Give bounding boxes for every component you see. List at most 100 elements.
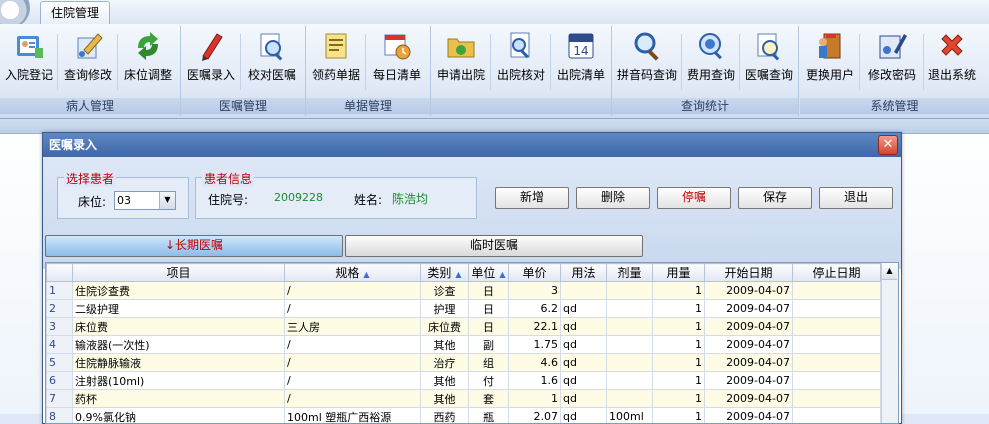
table-cell[interactable]: 付 xyxy=(469,372,509,390)
table-cell[interactable]: 1.6 xyxy=(509,372,561,390)
header-item[interactable]: 项目 xyxy=(73,264,285,282)
table-cell[interactable] xyxy=(607,318,653,336)
table-cell[interactable]: 床位费 xyxy=(421,318,469,336)
change-password-button[interactable]: 修改密码 xyxy=(860,26,924,96)
scroll-up-icon[interactable]: ▲ xyxy=(882,263,897,280)
table-cell[interactable] xyxy=(793,354,881,372)
table-cell[interactable]: 6.2 xyxy=(509,300,561,318)
table-cell[interactable]: / xyxy=(285,354,421,372)
table-cell[interactable]: 2.07 xyxy=(509,408,561,424)
table-cell[interactable]: 1 xyxy=(653,372,705,390)
table-cell[interactable]: 组 xyxy=(469,354,509,372)
table-cell[interactable]: 西药 xyxy=(421,408,469,424)
table-cell[interactable]: 治疗 xyxy=(421,354,469,372)
table-cell[interactable]: qd xyxy=(561,390,607,408)
pinyin-query-button[interactable]: 拼音码查询 xyxy=(612,26,682,96)
table-cell[interactable]: qd xyxy=(561,372,607,390)
table-cell[interactable]: / xyxy=(285,336,421,354)
bed-adjust-button[interactable]: 床位调整 xyxy=(118,26,178,96)
discharge-check-button[interactable]: 出院核对 xyxy=(491,26,551,96)
table-cell[interactable]: 药杯 xyxy=(73,390,285,408)
table-cell[interactable] xyxy=(793,372,881,390)
table-cell[interactable]: 副 xyxy=(469,336,509,354)
table-cell[interactable]: 输液器(一次性) xyxy=(73,336,285,354)
save-button[interactable]: 保存 xyxy=(738,187,812,209)
table-cell[interactable]: 住院静脉输液 xyxy=(73,354,285,372)
header-usage[interactable]: 用法 xyxy=(561,264,607,282)
table-row[interactable]: 80.9%氯化钠100ml 塑瓶广西裕源西药瓶2.07qd100ml12009-… xyxy=(47,408,881,424)
table-cell[interactable]: qd xyxy=(561,318,607,336)
table-cell[interactable]: 1 xyxy=(653,336,705,354)
table-cell[interactable]: 1 xyxy=(653,282,705,300)
table-cell[interactable]: 2009-04-07 xyxy=(705,300,793,318)
table-cell[interactable]: 100ml 塑瓶广西裕源 xyxy=(285,408,421,424)
table-cell[interactable]: 1 xyxy=(509,390,561,408)
table-cell[interactable]: 其他 xyxy=(421,390,469,408)
table-cell[interactable]: 日 xyxy=(469,282,509,300)
table-cell[interactable]: 2009-04-07 xyxy=(705,390,793,408)
table-cell[interactable]: 瓶 xyxy=(469,408,509,424)
header-start-date[interactable]: 开始日期 xyxy=(705,264,793,282)
table-cell[interactable]: 注射器(10ml) xyxy=(73,372,285,390)
table-cell[interactable] xyxy=(607,300,653,318)
table-cell[interactable]: 1 xyxy=(653,390,705,408)
tab-long-term-orders[interactable]: ↓长期医嘱 xyxy=(45,235,343,257)
admission-register-button[interactable]: 入院登记 xyxy=(0,26,58,96)
table-cell[interactable]: 住院诊查费 xyxy=(73,282,285,300)
table-cell[interactable] xyxy=(793,390,881,408)
table-cell[interactable]: 1 xyxy=(653,318,705,336)
table-cell[interactable]: qd xyxy=(561,408,607,424)
table-cell[interactable] xyxy=(793,300,881,318)
table-row[interactable]: 6注射器(10ml)/其他付1.6qd12009-04-07 xyxy=(47,372,881,390)
header-spec[interactable]: 规格▲ xyxy=(285,264,421,282)
chevron-down-icon[interactable]: ▼ xyxy=(159,192,175,209)
table-cell[interactable]: / xyxy=(285,372,421,390)
daily-list-button[interactable]: 每日清单 xyxy=(366,26,428,96)
table-cell[interactable]: 2009-04-07 xyxy=(705,318,793,336)
header-quantity[interactable]: 用量 xyxy=(653,264,705,282)
table-cell[interactable]: 三人房 xyxy=(285,318,421,336)
table-cell[interactable]: 其他 xyxy=(421,336,469,354)
table-cell[interactable]: 其他 xyxy=(421,372,469,390)
query-modify-button[interactable]: 查询修改 xyxy=(58,26,118,96)
table-cell[interactable]: 1.75 xyxy=(509,336,561,354)
bed-select[interactable]: 03 ▼ xyxy=(114,191,176,210)
table-cell[interactable]: qd xyxy=(561,300,607,318)
header-stop-date[interactable]: 停止日期 xyxy=(793,264,881,282)
verify-orders-button[interactable]: 校对医嘱 xyxy=(241,26,303,96)
table-cell[interactable] xyxy=(561,282,607,300)
table-cell[interactable] xyxy=(607,372,653,390)
medicine-slip-button[interactable]: 领药单据 xyxy=(306,26,366,96)
stop-order-button[interactable]: 停嘱 xyxy=(657,187,731,209)
table-row[interactable]: 3床位费三人房床位费日22.1qd12009-04-07 xyxy=(47,318,881,336)
add-button[interactable]: 新增 xyxy=(495,187,569,209)
table-cell[interactable]: 2009-04-07 xyxy=(705,336,793,354)
table-row[interactable]: 5住院静脉输液/治疗组4.6qd12009-04-07 xyxy=(47,354,881,372)
table-cell[interactable] xyxy=(793,282,881,300)
table-cell[interactable]: 二级护理 xyxy=(73,300,285,318)
table-cell[interactable]: 2009-04-07 xyxy=(705,282,793,300)
exit-button[interactable]: 退出 xyxy=(819,187,893,209)
table-cell[interactable]: 日 xyxy=(469,300,509,318)
table-cell[interactable]: 诊查 xyxy=(421,282,469,300)
table-row[interactable]: 1住院诊查费/诊查日312009-04-07 xyxy=(47,282,881,300)
table-cell[interactable] xyxy=(793,408,881,424)
fee-query-button[interactable]: 费用查询 xyxy=(682,26,740,96)
table-row[interactable]: 2二级护理/护理日6.2qd12009-04-07 xyxy=(47,300,881,318)
table-cell[interactable]: 2009-04-07 xyxy=(705,372,793,390)
header-price[interactable]: 单价 xyxy=(509,264,561,282)
discharge-list-button[interactable]: 14 出院清单 xyxy=(551,26,611,96)
header-dose[interactable]: 剂量 xyxy=(607,264,653,282)
table-cell[interactable]: 1 xyxy=(653,354,705,372)
order-query-button[interactable]: 医嘱查询 xyxy=(740,26,798,96)
table-cell[interactable]: 日 xyxy=(469,318,509,336)
table-cell[interactable]: 4.6 xyxy=(509,354,561,372)
table-cell[interactable] xyxy=(793,336,881,354)
header-unit[interactable]: 单位▲ xyxy=(469,264,509,282)
order-entry-button[interactable]: 医嘱录入 xyxy=(181,26,241,96)
table-cell[interactable] xyxy=(793,318,881,336)
table-cell[interactable] xyxy=(607,336,653,354)
table-cell[interactable]: 3 xyxy=(509,282,561,300)
close-icon[interactable]: ✕ xyxy=(878,135,898,155)
delete-button[interactable]: 删除 xyxy=(576,187,650,209)
